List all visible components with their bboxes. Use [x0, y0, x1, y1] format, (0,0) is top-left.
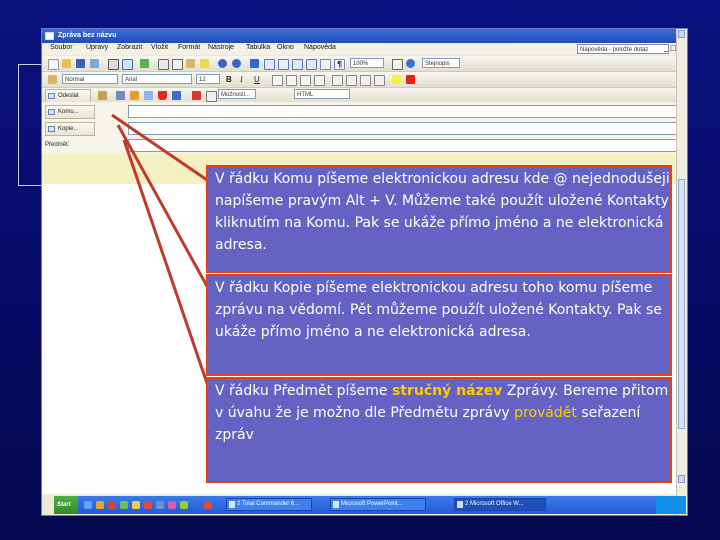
callout-to-text: V řádku Komu píšeme elektronickou adresu…	[215, 171, 670, 253]
callout-subject-field: V řádku Předmět píšeme stručný název Zpr…	[206, 377, 672, 483]
callout-cc-field: V řádku Kopie píšeme elektronickou adres…	[206, 274, 672, 376]
callout-subject-emphasis: stručný název	[391, 383, 503, 399]
callout-cc-text: V řádku Kopie píšeme elektronickou adres…	[215, 280, 662, 340]
callout-to-field: V řádku Komu píšeme elektronickou adresu…	[206, 165, 672, 273]
callout-subject-text-1: V řádku Předmět píšeme	[215, 383, 392, 399]
callout-subject-highlight: provádět	[514, 405, 577, 421]
